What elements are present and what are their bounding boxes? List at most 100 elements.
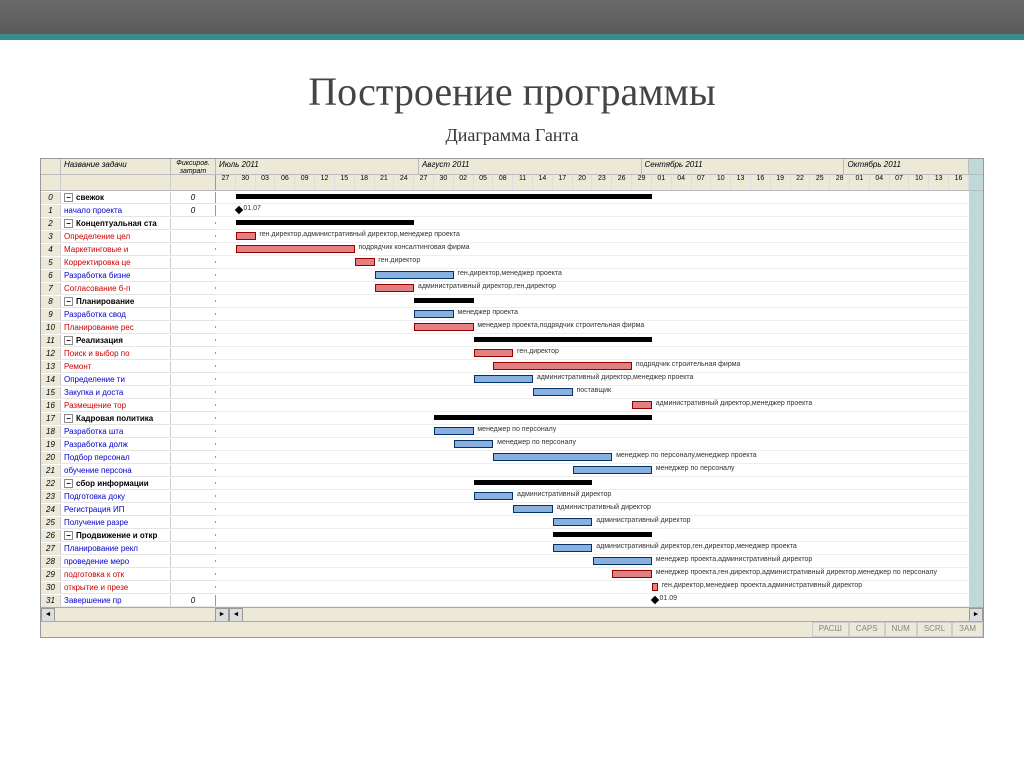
- task-bar[interactable]: [414, 310, 454, 318]
- table-row[interactable]: 26−Продвижение и откр: [41, 529, 216, 542]
- day-cell: 21: [375, 175, 395, 190]
- task-bar[interactable]: [434, 427, 474, 435]
- task-bar[interactable]: [553, 544, 593, 552]
- task-bar[interactable]: [652, 583, 658, 591]
- task-name-label: Концептуальная ста: [76, 219, 157, 228]
- resource-label: административный директор,менеджер проек…: [656, 400, 813, 407]
- table-row[interactable]: 31Завершение пр0: [41, 594, 216, 607]
- summary-bar[interactable]: [236, 220, 414, 225]
- table-row[interactable]: 6Разработка бизне: [41, 269, 216, 282]
- scroll-right-button-1[interactable]: ►: [215, 608, 229, 622]
- milestone-diamond[interactable]: [651, 596, 659, 604]
- table-row[interactable]: 24Регистрация ИП: [41, 503, 216, 516]
- table-row[interactable]: 25Получение разре: [41, 516, 216, 529]
- table-row[interactable]: 13Ремонт: [41, 360, 216, 373]
- table-row[interactable]: 7Согласование б-п: [41, 282, 216, 295]
- scroll-left-button[interactable]: ◄: [41, 608, 55, 622]
- task-name-label: Согласование б-п: [64, 284, 130, 293]
- table-row[interactable]: 18Разработка шта: [41, 425, 216, 438]
- task-bar[interactable]: [553, 518, 593, 526]
- task-bar[interactable]: [533, 388, 573, 396]
- table-row[interactable]: 21обучение персона: [41, 464, 216, 477]
- task-bar[interactable]: [236, 232, 256, 240]
- summary-bar[interactable]: [553, 532, 652, 537]
- table-row[interactable]: 9Разработка свод: [41, 308, 216, 321]
- table-row[interactable]: 8−Планирование: [41, 295, 216, 308]
- table-row[interactable]: 3Определение цел: [41, 230, 216, 243]
- collapse-icon[interactable]: −: [64, 193, 73, 202]
- table-row[interactable]: 19Разработка долж: [41, 438, 216, 451]
- day-cell: 26: [612, 175, 632, 190]
- gantt-bar-row: административный директор: [216, 503, 969, 516]
- table-row[interactable]: 0−свежок0: [41, 191, 216, 204]
- table-row[interactable]: 20Подбор персонал: [41, 451, 216, 464]
- scroll-right-button-2[interactable]: ►: [969, 608, 983, 622]
- table-row[interactable]: 28проведение меро: [41, 555, 216, 568]
- scroll-left-button-2[interactable]: ◄: [229, 608, 243, 622]
- table-row[interactable]: 2−Концептуальная ста: [41, 217, 216, 230]
- table-row[interactable]: 27Планирование рекл: [41, 542, 216, 555]
- table-row[interactable]: 15Закупка и доста: [41, 386, 216, 399]
- table-row[interactable]: 5Корректировка це: [41, 256, 216, 269]
- task-name-label: открытие и презе: [64, 583, 128, 592]
- collapse-icon[interactable]: −: [64, 336, 73, 345]
- milestone-diamond[interactable]: [235, 206, 243, 214]
- task-bar[interactable]: [573, 466, 652, 474]
- task-bar[interactable]: [454, 440, 494, 448]
- resource-label: подрядчик консалтинговая фирма: [358, 244, 469, 251]
- day-cell: 06: [275, 175, 295, 190]
- header-task-name: Название задачи: [61, 159, 171, 174]
- day-cell: 30: [236, 175, 256, 190]
- summary-bar[interactable]: [434, 415, 652, 420]
- gantt-header-months: Название задачи Фиксиров. затрат Июль 20…: [41, 159, 983, 175]
- day-cell: 01: [850, 175, 870, 190]
- table-row[interactable]: 10Планирование рес: [41, 321, 216, 334]
- table-row[interactable]: 12Поиск и выбор по: [41, 347, 216, 360]
- task-name-label: Продвижение и откр: [76, 531, 157, 540]
- collapse-icon[interactable]: −: [64, 297, 73, 306]
- collapse-icon[interactable]: −: [64, 479, 73, 488]
- task-name-label: Закупка и доста: [64, 388, 123, 397]
- task-bar[interactable]: [375, 271, 454, 279]
- resource-label: административный директор: [557, 504, 651, 511]
- table-row[interactable]: 4Маркетинговые и: [41, 243, 216, 256]
- day-cell: 16: [751, 175, 771, 190]
- table-row[interactable]: 14Определение ти: [41, 373, 216, 386]
- table-row[interactable]: 16Размещение тор: [41, 399, 216, 412]
- task-bar[interactable]: [493, 362, 632, 370]
- table-row[interactable]: 30открытие и презе: [41, 581, 216, 594]
- task-bar[interactable]: [474, 349, 514, 357]
- resource-label: менеджер проекта,административный директ…: [656, 556, 813, 563]
- summary-bar[interactable]: [474, 337, 652, 342]
- table-row[interactable]: 17−Кадровая политика: [41, 412, 216, 425]
- task-bar[interactable]: [355, 258, 375, 266]
- gantt-bar-row: административный директор,ген.директор,м…: [216, 542, 969, 555]
- resource-label: менеджер по персоналу: [497, 439, 576, 446]
- task-bar[interactable]: [474, 375, 533, 383]
- gantt-bar-row: [216, 529, 969, 542]
- horizontal-scrollbar[interactable]: ◄ ► ◄ ►: [41, 607, 983, 621]
- table-row[interactable]: 11−Реализация: [41, 334, 216, 347]
- table-row[interactable]: 1начало проекта0: [41, 204, 216, 217]
- collapse-icon[interactable]: −: [64, 219, 73, 228]
- table-row[interactable]: 22−сбор информации: [41, 477, 216, 490]
- summary-bar[interactable]: [414, 298, 473, 303]
- task-bar[interactable]: [474, 492, 514, 500]
- task-bar[interactable]: [375, 284, 415, 292]
- collapse-icon[interactable]: −: [64, 531, 73, 540]
- task-bar[interactable]: [632, 401, 652, 409]
- task-name-label: Кадровая политика: [76, 414, 153, 423]
- task-bar[interactable]: [414, 323, 473, 331]
- task-bar[interactable]: [593, 557, 652, 565]
- summary-bar[interactable]: [236, 194, 652, 199]
- task-bar[interactable]: [236, 245, 355, 253]
- task-bar[interactable]: [612, 570, 652, 578]
- table-row[interactable]: 29подготовка к отк: [41, 568, 216, 581]
- collapse-icon[interactable]: −: [64, 414, 73, 423]
- task-name-label: Подбор персонал: [64, 453, 130, 462]
- task-bar[interactable]: [493, 453, 612, 461]
- day-cell: 07: [890, 175, 910, 190]
- task-bar[interactable]: [513, 505, 553, 513]
- summary-bar[interactable]: [474, 480, 593, 485]
- table-row[interactable]: 23Подготовка доку: [41, 490, 216, 503]
